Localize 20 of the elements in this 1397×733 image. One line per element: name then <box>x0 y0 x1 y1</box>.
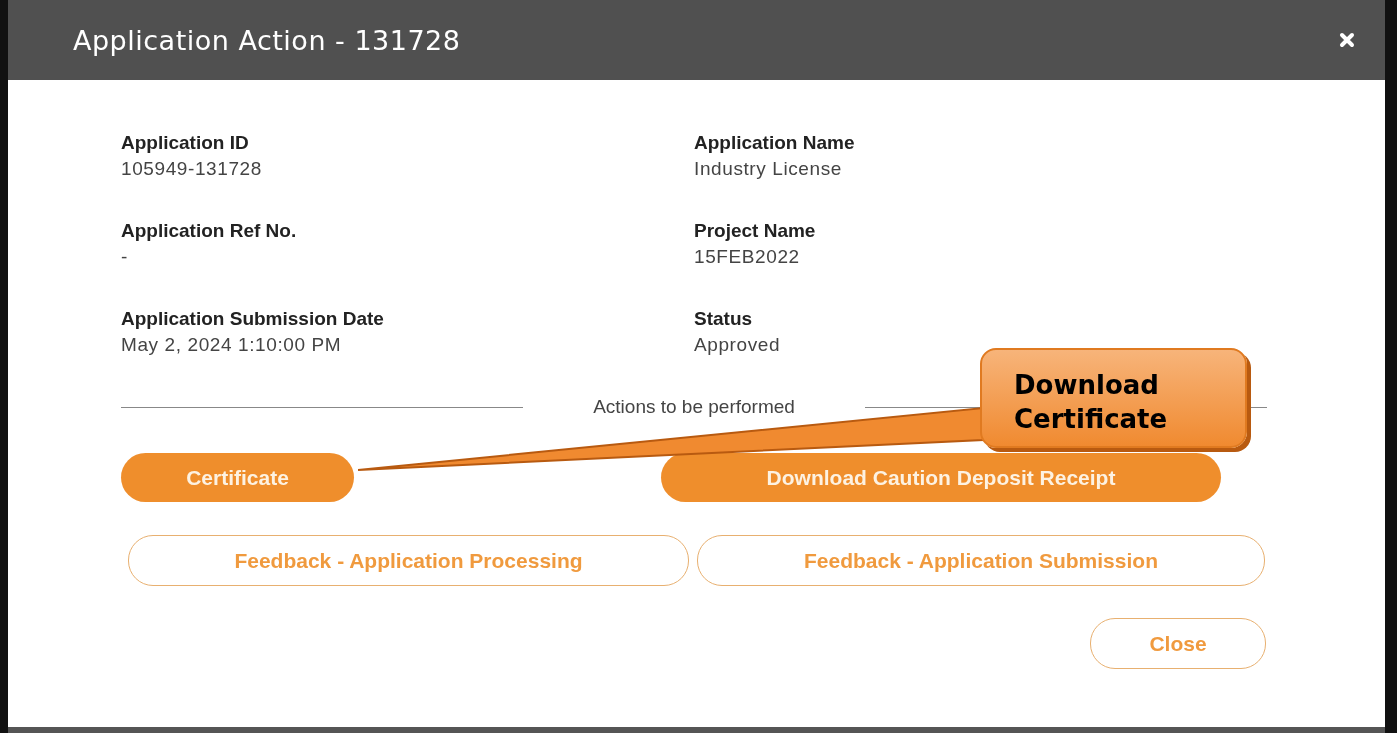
action-button[interactable]: Feedback - Application Submission <box>697 535 1265 586</box>
dialog-title: Application Action - 131728 <box>73 24 461 56</box>
field-value: Approved <box>694 334 782 356</box>
actions-heading: Actions to be performed <box>593 396 795 418</box>
close-button[interactable]: Close <box>1090 618 1266 669</box>
field-label: Application ID <box>121 132 250 154</box>
action-button[interactable]: Feedback - Application Processing <box>128 535 689 586</box>
field-value: - <box>121 246 129 268</box>
field-label: Application Submission Date <box>121 308 385 330</box>
field-label: Application Ref No. <box>121 220 298 242</box>
field-value: Industry License <box>694 158 843 180</box>
field-label: Application Name <box>694 132 856 154</box>
close-icon[interactable] <box>1339 32 1355 48</box>
field-value: May 2, 2024 1:10:00 PM <box>121 334 343 356</box>
field-value: 105949-131728 <box>121 158 263 180</box>
field-label: Project Name <box>694 220 817 242</box>
action-button[interactable]: Download Caution Deposit Receipt <box>661 453 1221 502</box>
field-value: 15FEB2022 <box>694 246 801 268</box>
field-label: Status <box>694 308 754 330</box>
action-button[interactable]: Certificate <box>121 453 354 502</box>
